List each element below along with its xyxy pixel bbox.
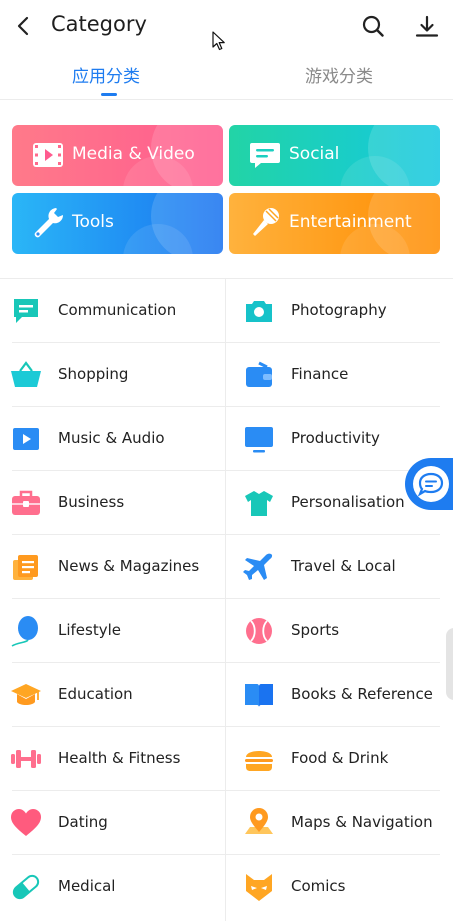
featured-card-label: Social — [289, 144, 340, 164]
graduation-cap-icon — [11, 684, 41, 705]
social-chat-icon — [250, 143, 280, 168]
category-row: Dating Maps & Navigation — [0, 791, 453, 855]
category-label: Food & Drink — [291, 749, 389, 767]
comic-mask-icon — [246, 874, 272, 901]
category-finance[interactable]: Finance — [226, 343, 453, 407]
category-label: Photography — [291, 301, 387, 319]
wrench-icon — [34, 208, 64, 238]
wallet-icon — [246, 361, 272, 387]
search-icon[interactable] — [361, 14, 385, 38]
category-lifestyle[interactable]: Lifestyle — [0, 599, 225, 663]
category-label: Health & Fitness — [58, 749, 181, 767]
featured-categories: Media & Video Social Tools Entertainment — [12, 125, 440, 254]
tab-game-categories[interactable]: 游戏分类 — [305, 62, 373, 87]
mouse-cursor-icon — [212, 31, 225, 51]
book-icon — [245, 684, 273, 707]
camera-icon — [246, 301, 272, 322]
category-books-reference[interactable]: Books & Reference — [226, 663, 453, 727]
featured-card-label: Media & Video — [72, 144, 195, 164]
category-row: Music & Audio Productivity — [0, 407, 453, 471]
category-row: Communication Photography — [0, 279, 453, 343]
category-shopping[interactable]: Shopping — [0, 343, 225, 407]
featured-card-media-video[interactable]: Media & Video — [12, 125, 223, 186]
floating-chat-button[interactable] — [405, 458, 453, 510]
category-row: Education Books & Reference — [0, 663, 453, 727]
capsule-icon — [12, 874, 40, 900]
category-row: Shopping Finance — [0, 343, 453, 407]
category-label: Travel & Local — [291, 557, 396, 575]
back-arrow-icon[interactable] — [12, 14, 36, 38]
shopping-basket-icon — [11, 361, 41, 387]
map-pin-icon — [245, 808, 273, 834]
category-food-drink[interactable]: Food & Drink — [226, 727, 453, 791]
category-health-fitness[interactable]: Health & Fitness — [0, 727, 225, 791]
category-news-magazines[interactable]: News & Magazines — [0, 535, 225, 599]
newspaper-icon — [13, 555, 38, 580]
side-drawer-handle[interactable] — [446, 628, 453, 700]
page-title: Category — [51, 12, 147, 36]
airplane-icon — [243, 553, 273, 580]
category-maps-navigation[interactable]: Maps & Navigation — [226, 791, 453, 855]
category-label: Comics — [291, 877, 346, 895]
category-music-audio[interactable]: Music & Audio — [0, 407, 225, 471]
featured-card-entertainment[interactable]: Entertainment — [229, 193, 440, 254]
category-dating[interactable]: Dating — [0, 791, 225, 855]
category-travel-local[interactable]: Travel & Local — [226, 535, 453, 599]
microphone-icon — [253, 208, 279, 236]
category-row: News & Magazines Travel & Local — [0, 535, 453, 599]
category-communication[interactable]: Communication — [0, 279, 225, 343]
featured-card-social[interactable]: Social — [229, 125, 440, 186]
category-label: Books & Reference — [291, 685, 433, 703]
featured-card-label: Entertainment — [289, 212, 412, 232]
ball-icon — [246, 618, 272, 644]
category-label: Business — [58, 493, 125, 511]
category-label: Finance — [291, 365, 349, 383]
category-label: Productivity — [291, 429, 380, 447]
category-label: Medical — [58, 877, 116, 895]
app-header: Category — [0, 0, 453, 56]
category-row: Medical Comics — [0, 855, 453, 919]
category-label: Communication — [58, 301, 177, 319]
category-medical[interactable]: Medical — [0, 855, 225, 919]
active-tab-indicator — [101, 93, 117, 96]
category-label: Sports — [291, 621, 340, 639]
category-row: Business Personalisation — [0, 471, 453, 535]
category-label: Dating — [58, 813, 108, 831]
tshirt-icon — [245, 491, 273, 516]
briefcase-icon — [12, 490, 40, 515]
category-row: Lifestyle Sports — [0, 599, 453, 663]
media-video-icon — [33, 143, 63, 167]
category-photography[interactable]: Photography — [226, 279, 453, 343]
dumbbell-icon — [11, 750, 41, 768]
category-label: Lifestyle — [58, 621, 122, 639]
balloon-icon — [11, 616, 38, 647]
category-label: Music & Audio — [58, 429, 165, 447]
heart-icon — [11, 809, 41, 836]
category-label: Education — [58, 685, 133, 703]
communication-icon — [14, 299, 38, 323]
category-comics[interactable]: Comics — [226, 855, 453, 919]
category-label: Personalisation — [291, 493, 405, 511]
category-label: News & Magazines — [58, 557, 200, 575]
category-education[interactable]: Education — [0, 663, 225, 727]
category-label: Shopping — [58, 365, 129, 383]
category-business[interactable]: Business — [0, 471, 225, 535]
burger-icon — [245, 751, 273, 771]
download-icon[interactable] — [414, 14, 440, 40]
category-label: Maps & Navigation — [291, 813, 433, 831]
category-tabs: 应用分类 游戏分类 — [0, 56, 453, 100]
chat-bubble-icon — [417, 472, 444, 497]
category-row: Health & Fitness Food & Drink — [0, 727, 453, 791]
monitor-icon — [245, 427, 273, 453]
featured-card-tools[interactable]: Tools — [12, 193, 223, 254]
category-sports[interactable]: Sports — [226, 599, 453, 663]
tab-app-categories[interactable]: 应用分类 — [72, 62, 140, 87]
featured-card-label: Tools — [72, 212, 114, 232]
play-icon — [13, 428, 39, 450]
